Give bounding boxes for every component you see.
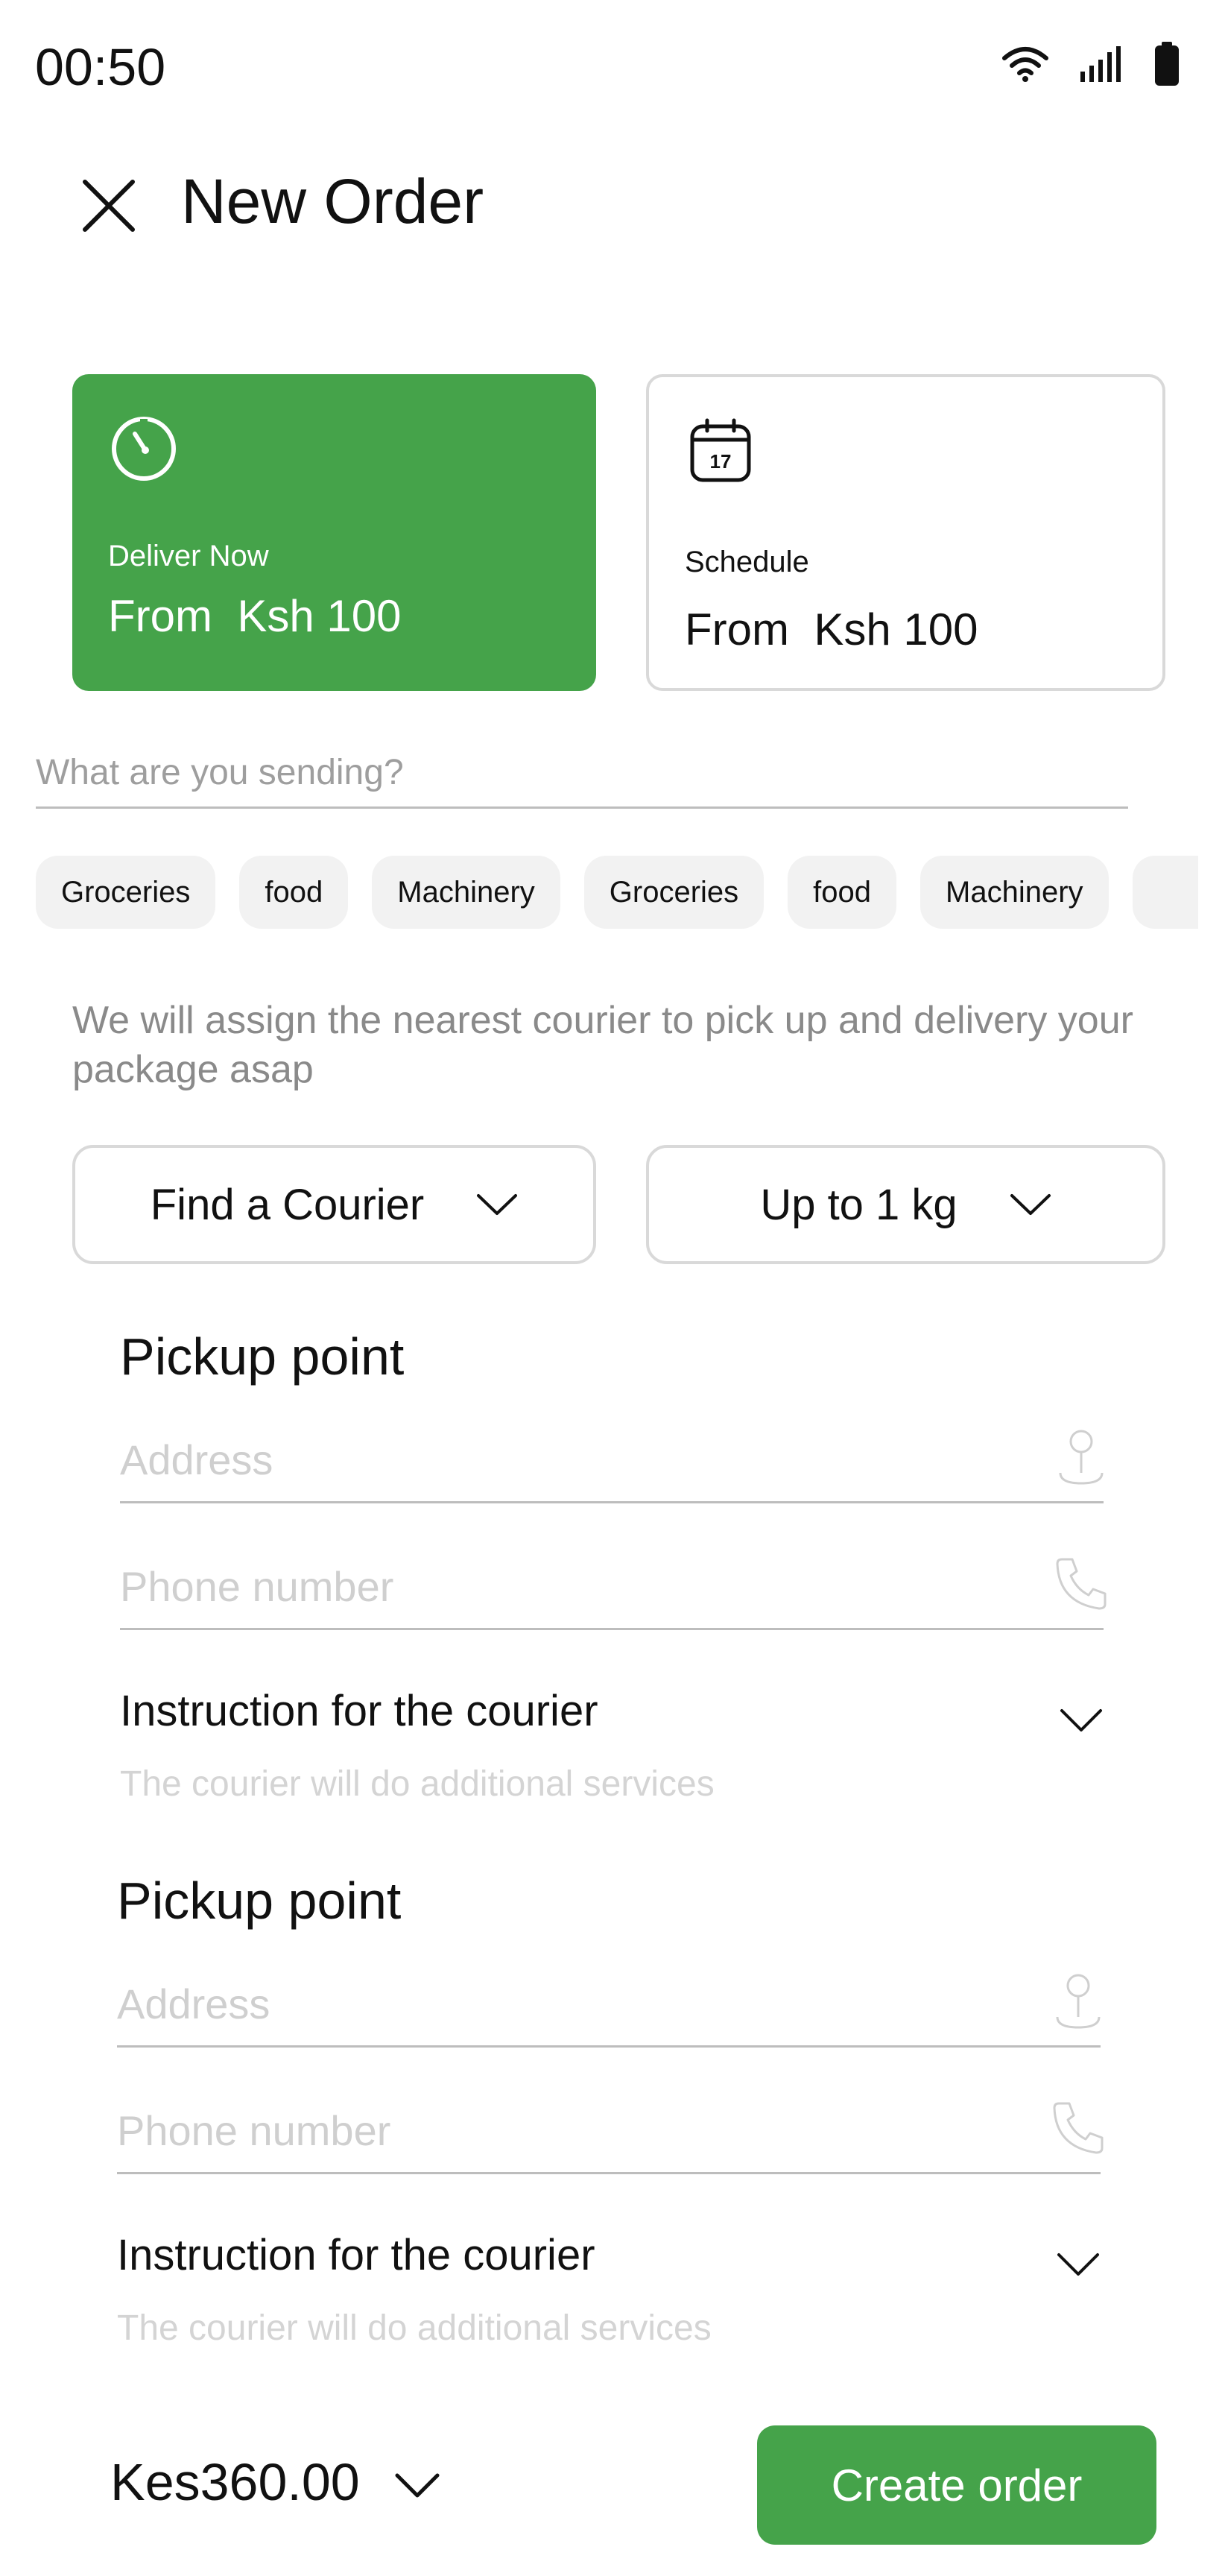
close-button[interactable] bbox=[80, 177, 137, 234]
address-field[interactable] bbox=[117, 1963, 1101, 2048]
phone-icon bbox=[1056, 1558, 1107, 1610]
chevron-down-icon bbox=[1010, 1194, 1051, 1215]
schedule-price: From Ksh 100 bbox=[685, 604, 978, 654]
chevron-down-icon bbox=[477, 1194, 518, 1215]
battery-icon bbox=[1155, 42, 1179, 86]
phone-input[interactable] bbox=[120, 1562, 1014, 1611]
deliver-now-price: From Ksh 100 bbox=[108, 591, 402, 641]
calendar-day: 17 bbox=[710, 450, 732, 473]
category-chip[interactable]: Groceries bbox=[36, 856, 216, 929]
category-chip[interactable]: food bbox=[788, 856, 897, 929]
chevron-down-icon[interactable] bbox=[1057, 2253, 1100, 2276]
address-field[interactable] bbox=[120, 1419, 1104, 1503]
schedule-card[interactable]: 17 Schedule From Ksh 100 bbox=[646, 374, 1165, 691]
create-order-button[interactable]: Create order bbox=[757, 2425, 1156, 2545]
category-chip[interactable]: Machinery bbox=[920, 856, 1109, 929]
address-input[interactable] bbox=[120, 1436, 1014, 1484]
order-total[interactable]: Kes360.00 bbox=[110, 2452, 360, 2512]
pickup-point-title: Pickup point bbox=[117, 1872, 402, 1930]
sending-input[interactable] bbox=[36, 738, 1128, 809]
phone-input[interactable] bbox=[117, 2106, 1011, 2155]
category-chips: Groceries food Machinery Groceries food … bbox=[36, 856, 1198, 929]
deliver-now-label: Deliver Now bbox=[108, 540, 269, 572]
deliver-now-card[interactable]: Deliver Now From Ksh 100 bbox=[72, 374, 596, 691]
pickup-point-title: Pickup point bbox=[120, 1328, 405, 1386]
instruction-title: Instruction for the courier bbox=[117, 2231, 595, 2279]
courier-dropdown[interactable]: Find a Courier bbox=[72, 1145, 596, 1264]
weight-dropdown[interactable]: Up to 1 kg bbox=[646, 1145, 1165, 1264]
status-time: 00:50 bbox=[35, 38, 166, 96]
instruction-subtitle: The courier will do additional services bbox=[120, 1764, 715, 1804]
location-pin-icon bbox=[1059, 1430, 1104, 1485]
instruction-subtitle: The courier will do additional services bbox=[117, 2308, 712, 2348]
address-input[interactable] bbox=[117, 1980, 1011, 2028]
phone-field[interactable] bbox=[117, 2090, 1104, 2174]
schedule-label: Schedule bbox=[685, 546, 809, 578]
chevron-down-icon[interactable] bbox=[395, 2473, 440, 2498]
timer-icon bbox=[112, 417, 176, 481]
location-pin-icon bbox=[1056, 1974, 1101, 2029]
close-icon bbox=[83, 180, 135, 232]
category-chip[interactable]: food bbox=[239, 856, 349, 929]
phone-icon bbox=[1053, 2102, 1104, 2154]
info-text: We will assign the nearest courier to pi… bbox=[72, 999, 1133, 1091]
wifi-icon bbox=[1002, 47, 1048, 82]
calendar-icon: 17 bbox=[690, 418, 751, 482]
weight-dropdown-label: Up to 1 kg bbox=[760, 1180, 957, 1229]
category-chip[interactable]: Machinery bbox=[372, 856, 560, 929]
status-icons bbox=[1001, 42, 1180, 86]
category-chip[interactable] bbox=[1132, 856, 1198, 929]
category-chip[interactable]: Groceries bbox=[583, 856, 765, 929]
page-title: New Order bbox=[181, 166, 484, 236]
phone-field[interactable] bbox=[120, 1546, 1107, 1630]
courier-dropdown-label: Find a Courier bbox=[150, 1180, 425, 1229]
instruction-title: Instruction for the courier bbox=[120, 1687, 598, 1735]
signal-icon bbox=[1080, 46, 1121, 82]
chevron-down-icon[interactable] bbox=[1060, 1708, 1103, 1732]
